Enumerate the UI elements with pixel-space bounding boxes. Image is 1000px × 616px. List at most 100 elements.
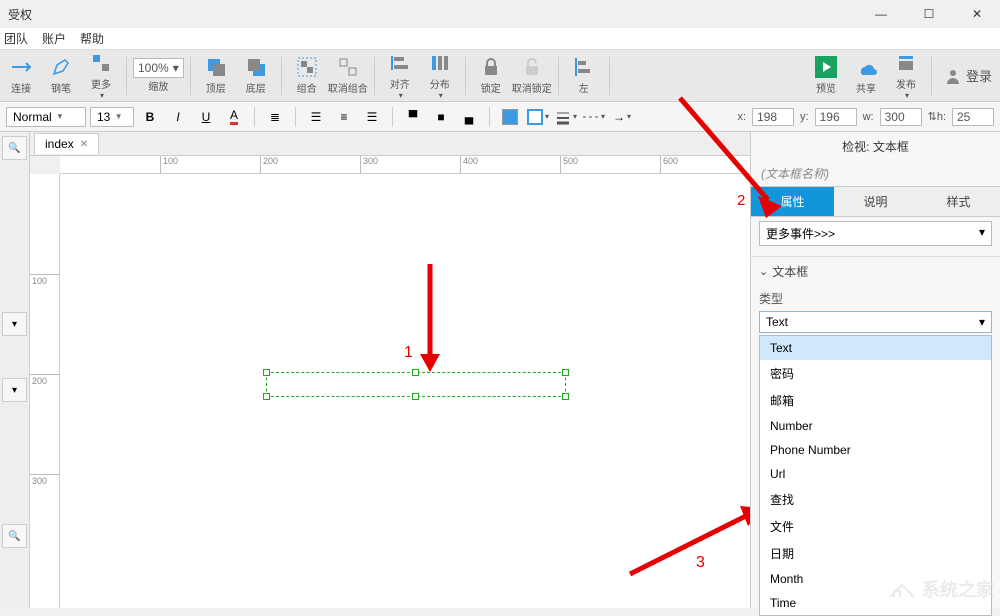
- type-option-number[interactable]: Number: [760, 414, 991, 438]
- panel-name-field[interactable]: (文本框名称): [751, 161, 1000, 186]
- type-option-file[interactable]: 文件: [760, 513, 991, 540]
- align-right-text-button[interactable]: ☰: [360, 106, 384, 128]
- valign-middle-button[interactable]: ■: [429, 106, 453, 128]
- window-close-button[interactable]: ✕: [962, 7, 992, 21]
- type-option-text[interactable]: Text: [760, 336, 991, 360]
- annotation-label-1: 1: [404, 344, 413, 362]
- type-dropdown-list: Text 密码 邮箱 Number Phone Number Url 查找 文件…: [759, 335, 992, 616]
- publish-icon: [895, 52, 917, 74]
- type-option-date[interactable]: 日期: [760, 540, 991, 567]
- style-dropdown[interactable]: Normal: [6, 107, 86, 127]
- annotation-arrow-3: [620, 504, 750, 584]
- group-button[interactable]: 组合: [288, 54, 326, 98]
- left-search2-button[interactable]: 🔍: [2, 524, 27, 548]
- canvas[interactable]: 1 3: [60, 174, 750, 608]
- panel-tab-description[interactable]: 说明: [834, 187, 917, 216]
- w-input[interactable]: 300: [880, 108, 922, 126]
- underline-button[interactable]: U: [194, 106, 218, 128]
- share-button[interactable]: 共享: [847, 54, 885, 98]
- window-titlebar: 受权 — ☐ ✕: [0, 0, 1000, 28]
- h-label: ⇅h:: [928, 110, 946, 123]
- layer-back-icon: [245, 56, 267, 78]
- type-option-phone[interactable]: Phone Number: [760, 438, 991, 462]
- line-color-button[interactable]: [526, 106, 550, 128]
- bullet-list-button[interactable]: ≣: [263, 106, 287, 128]
- unlock-button[interactable]: 取消锁定: [512, 54, 552, 98]
- send-back-button[interactable]: 底层: [237, 54, 275, 98]
- canvas-area: index ✕ 100 200 300 400 500 600 100 200 …: [30, 132, 750, 608]
- window-title: 受权: [8, 6, 866, 23]
- user-icon: [944, 67, 962, 85]
- left-library-button[interactable]: ▾: [2, 312, 27, 336]
- align-center-text-button[interactable]: ≡: [332, 106, 356, 128]
- ungroup-icon: [337, 56, 359, 78]
- arrow-style-button[interactable]: →: [610, 106, 634, 128]
- annotation-label-2: 2: [737, 192, 745, 209]
- window-minimize-button[interactable]: —: [866, 7, 896, 21]
- toolbar-ribbon: 连接 钢笔 更多 100%▾缩放 顶层 底层 组合 取消组合 对齐 分布 锁定 …: [0, 50, 1000, 102]
- bring-front-button[interactable]: 顶层: [197, 54, 235, 98]
- valign-bottom-button[interactable]: ▄: [457, 106, 481, 128]
- annotation-arrow-1: [410, 264, 450, 374]
- italic-button[interactable]: I: [166, 106, 190, 128]
- line-style-button[interactable]: [582, 106, 606, 128]
- menu-team[interactable]: 团队: [4, 30, 28, 47]
- type-option-url[interactable]: Url: [760, 462, 991, 486]
- valign-top-button[interactable]: ▀: [401, 106, 425, 128]
- tab-label: index: [45, 137, 74, 151]
- x-input[interactable]: 198: [752, 108, 794, 126]
- connect-button[interactable]: 连接: [2, 54, 40, 98]
- window-maximize-button[interactable]: ☐: [914, 7, 944, 21]
- type-option-search[interactable]: 查找: [760, 486, 991, 513]
- text-color-button[interactable]: A: [222, 106, 246, 128]
- type-option-time[interactable]: Time: [760, 591, 991, 615]
- type-dropdown[interactable]: Text▾: [759, 311, 992, 333]
- cloud-icon: [855, 56, 877, 78]
- more-button[interactable]: 更多: [82, 54, 120, 98]
- panel-section-textfield[interactable]: 文本框: [751, 256, 1000, 286]
- panel-title: 检视: 文本框: [751, 132, 1000, 161]
- align-left-icon: [573, 56, 595, 78]
- play-icon: [815, 56, 837, 78]
- pen-icon: [50, 56, 72, 78]
- more-events-dropdown[interactable]: 更多事件>>>▾: [759, 221, 992, 246]
- left-search-button[interactable]: 🔍: [2, 136, 27, 160]
- preview-button[interactable]: 预览: [807, 54, 845, 98]
- workspace: 🔍 ▾ ▾ 🔍 index ✕ 100 200 300 400 500 600 …: [0, 132, 1000, 608]
- menu-help[interactable]: 帮助: [80, 30, 104, 47]
- fontsize-dropdown[interactable]: 13: [90, 107, 134, 127]
- y-input[interactable]: 196: [815, 108, 857, 126]
- bold-button[interactable]: B: [138, 106, 162, 128]
- panel-tab-style[interactable]: 样式: [917, 187, 1000, 216]
- distribute-icon: [429, 52, 451, 74]
- panel-tab-properties[interactable]: 属性: [751, 187, 834, 216]
- h-input[interactable]: 25: [952, 108, 994, 126]
- fill-color-button[interactable]: [498, 106, 522, 128]
- format-bar: Normal 13 B I U A ≣ ☰ ≡ ☰ ▀ ■ ▄ → x:198 …: [0, 102, 1000, 132]
- menu-account[interactable]: 账户: [42, 30, 66, 47]
- login-button[interactable]: 登录: [938, 54, 998, 98]
- annotation-label-3: 3: [696, 554, 705, 572]
- align-button[interactable]: 对齐: [381, 54, 419, 98]
- tab-close-icon[interactable]: ✕: [80, 139, 88, 150]
- align-icon: [389, 52, 411, 74]
- pen-button[interactable]: 钢笔: [42, 54, 80, 98]
- distribute-button[interactable]: 分布: [421, 54, 459, 98]
- zoom-control[interactable]: 100%▾缩放: [133, 54, 184, 98]
- publish-button[interactable]: 发布: [887, 54, 925, 98]
- lock-button[interactable]: 锁定: [472, 54, 510, 98]
- type-option-month[interactable]: Month: [760, 567, 991, 591]
- line-weight-button[interactable]: [554, 106, 578, 128]
- type-label: 类型: [751, 286, 1000, 309]
- coordinate-inputs: x:198 y:196 w:300 ⇅h:25: [737, 108, 994, 126]
- type-option-password[interactable]: 密码: [760, 360, 991, 387]
- ungroup-button[interactable]: 取消组合: [328, 54, 368, 98]
- tab-index[interactable]: index ✕: [34, 133, 99, 154]
- selected-text-field[interactable]: [266, 372, 566, 397]
- w-label: w:: [863, 111, 874, 123]
- vertical-ruler: 100 200 300: [30, 174, 60, 608]
- left-panel-button[interactable]: ▾: [2, 378, 27, 402]
- align-left-group-button[interactable]: 左: [565, 54, 603, 98]
- type-option-email[interactable]: 邮箱: [760, 387, 991, 414]
- align-left-text-button[interactable]: ☰: [304, 106, 328, 128]
